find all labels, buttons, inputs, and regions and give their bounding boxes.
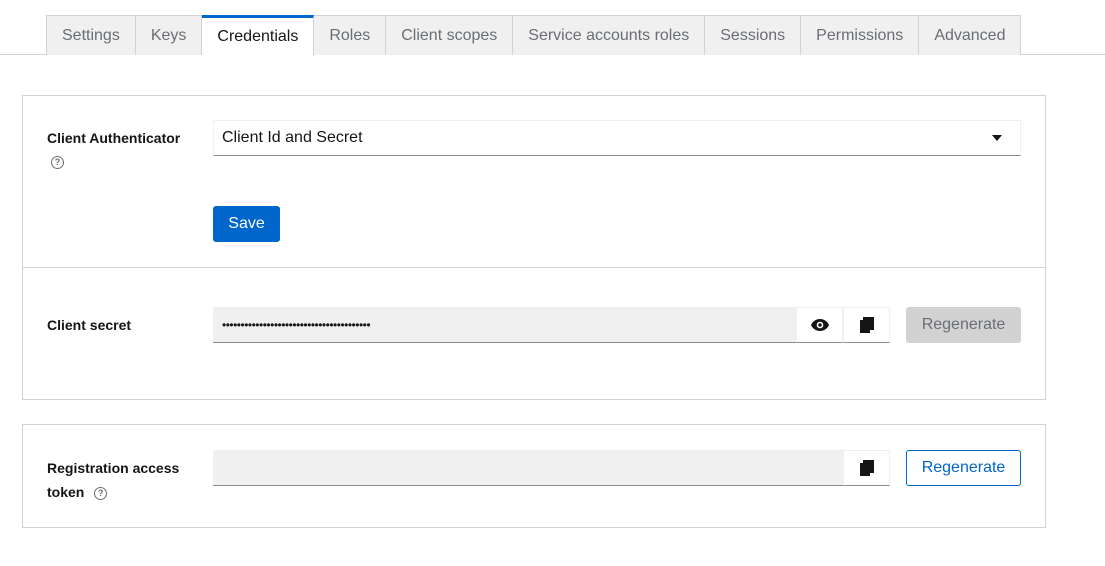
help-circle-icon[interactable]: ? xyxy=(94,486,108,500)
registration-token-field[interactable] xyxy=(213,450,844,486)
client-secret-label: Client secret xyxy=(47,317,132,333)
registration-token-panel: Registration access token ? Regenerate xyxy=(22,424,1046,528)
show-secret-button[interactable] xyxy=(796,307,843,343)
tab-service-accounts-roles[interactable]: Service accounts roles xyxy=(513,15,706,55)
tab-bar: Settings Keys Credentials Roles Client s… xyxy=(0,0,1105,56)
tab-keys[interactable]: Keys xyxy=(135,15,203,55)
section-divider xyxy=(23,267,1045,268)
tab-permissions[interactable]: Permissions xyxy=(801,15,920,55)
credentials-panel: Client Authenticator ? Client Id and Sec… xyxy=(22,95,1046,400)
tab-credentials[interactable]: Credentials xyxy=(202,15,315,56)
registration-token-label-line1: Registration access xyxy=(47,460,180,476)
regenerate-secret-button[interactable]: Regenerate xyxy=(906,307,1021,343)
copy-icon xyxy=(859,460,874,476)
copy-secret-button[interactable] xyxy=(843,307,890,343)
client-secret-value: •••••••••••••••••••••••••••••••••••••••• xyxy=(222,317,371,332)
client-authenticator-label: Client Authenticator xyxy=(47,130,181,146)
tab-sessions[interactable]: Sessions xyxy=(705,15,802,55)
client-authenticator-select[interactable]: Client Id and Secret xyxy=(213,120,1021,156)
tabs: Settings Keys Credentials Roles Client s… xyxy=(46,15,1022,56)
tab-client-scopes[interactable]: Client scopes xyxy=(386,15,514,55)
caret-down-icon xyxy=(992,135,1002,141)
copy-token-button[interactable] xyxy=(843,450,890,486)
regenerate-token-button[interactable]: Regenerate xyxy=(906,450,1021,486)
registration-token-label-group: Registration access token ? xyxy=(47,456,179,504)
client-authenticator-label-group: Client Authenticator ? xyxy=(47,126,180,173)
help-circle-icon[interactable]: ? xyxy=(51,155,64,169)
copy-icon xyxy=(859,317,874,333)
client-authenticator-value: Client Id and Secret xyxy=(222,129,363,146)
registration-token-label-line2: token xyxy=(47,484,85,500)
tab-settings[interactable]: Settings xyxy=(46,15,136,55)
tab-advanced[interactable]: Advanced xyxy=(919,15,1022,55)
tab-roles[interactable]: Roles xyxy=(314,15,387,55)
eye-icon xyxy=(810,319,829,331)
save-button[interactable]: Save xyxy=(213,206,280,242)
client-secret-field[interactable]: •••••••••••••••••••••••••••••••••••••••• xyxy=(213,307,797,343)
